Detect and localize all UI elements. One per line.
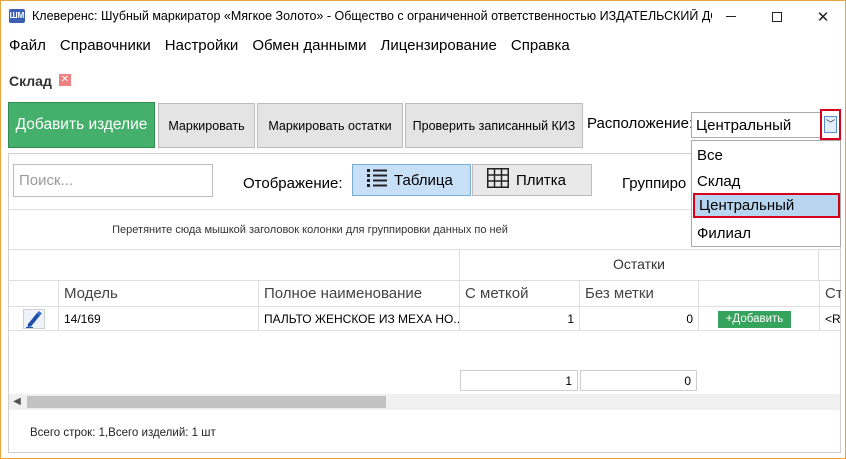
menu-references[interactable]: Справочники [53,37,158,57]
column-header-with-tag[interactable]: С меткой [459,280,579,307]
app-logo-icon: ШМ [9,9,25,23]
check-kiz-button[interactable]: Проверить записанный КИЗ [405,103,583,148]
edit-pencil-icon[interactable] [23,309,45,329]
menu-help[interactable]: Справка [504,37,577,57]
maximize-icon [772,11,782,22]
total-with-tag: 1 [460,370,578,391]
window-title: Клеверенс: Шубный маркиратор «Мягкое Зол… [32,9,712,23]
location-dropdown-button[interactable]: ﹀ [820,109,841,140]
menu-licensing[interactable]: Лицензирование [374,37,504,57]
page-title: Склад [9,73,52,89]
location-option-warehouse[interactable]: Склад [692,169,840,194]
cell-without-tag: 0 [579,307,698,331]
column-header-model[interactable]: Модель [58,280,258,307]
location-option-all[interactable]: Все [692,143,840,168]
group-header-stock: Остатки [459,249,819,280]
cell-full-name: ПАЛЬТО ЖЕНСКОЕ ИЗ МЕХА НО... [258,307,459,331]
scroll-left-icon[interactable]: ◀ [11,396,23,408]
status-summary: Всего строк: 1,Всего изделий: 1 шт [30,427,216,439]
menu-bar: Файл Справочники Настройки Обмен данными… [1,37,577,57]
app-window: ШМ Клеверенс: Шубный маркиратор «Мягкое … [0,0,846,459]
column-header-action [698,280,819,307]
column-header-without-tag[interactable]: Без метки [579,280,698,307]
view-table-label: Таблица [394,171,453,189]
row-add-button[interactable]: +Добавить [718,311,791,328]
search-input[interactable]: Поиск... [13,164,213,197]
list-icon [367,169,387,191]
column-header-truncated[interactable]: Ст [819,280,841,307]
location-label: Расположение: [587,115,694,132]
view-tile-label: Плитка [516,171,567,189]
title-bar: ШМ Клеверенс: Шубный маркиратор «Мягкое … [1,1,845,32]
close-tab-icon[interactable]: ✕ [59,74,71,86]
view-tile-button[interactable]: Плитка [472,164,592,196]
view-table-button[interactable]: Таблица [352,164,471,196]
scrollbar-thumb[interactable] [27,396,386,408]
column-header-full-name[interactable]: Полное наименование [258,280,459,307]
mark-remaining-button[interactable]: Маркировать остатки [257,103,403,148]
location-select[interactable]: Центральный [691,112,839,138]
menu-file[interactable]: Файл [1,37,53,57]
cell-with-tag: 1 [459,307,579,331]
menu-settings[interactable]: Настройки [158,37,246,57]
display-label: Отображение: [243,175,343,192]
cell-model: 14/169 [58,307,258,331]
close-icon: ✕ [816,8,830,26]
chevron-down-icon: ﹀ [824,116,837,133]
cell-truncated: <R [819,307,841,331]
location-option-central[interactable]: Центральный [693,193,840,218]
grouping-label: Группиро [622,175,687,192]
grid-icon [487,168,509,192]
maximize-button[interactable] [754,1,800,32]
total-without-tag: 0 [580,370,697,391]
minimize-button[interactable] [708,1,754,32]
mark-button[interactable]: Маркировать [158,103,255,148]
location-option-branch[interactable]: Филиал [692,221,840,246]
location-dropdown-list: Все Склад Центральный Филиал [691,140,841,247]
menu-data-exchange[interactable]: Обмен данными [245,37,373,57]
add-item-button[interactable]: Добавить изделие [8,102,155,148]
minimize-icon [726,16,736,17]
close-button[interactable]: ✕ [800,1,846,32]
